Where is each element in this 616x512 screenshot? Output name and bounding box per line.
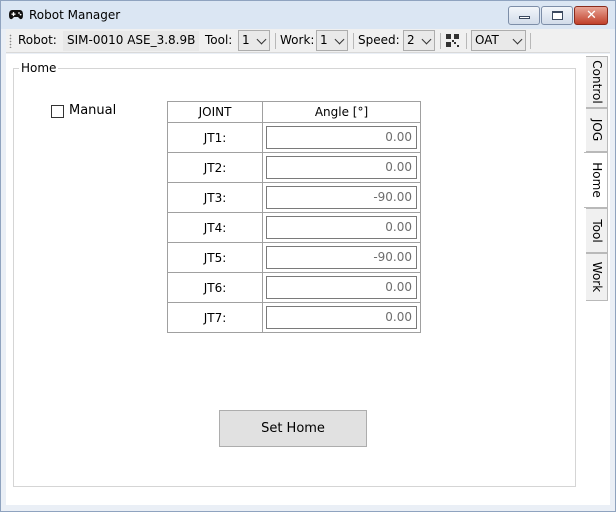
tab-content-home: Home Manual JOINT Angle [°] JT1: 0.00 JT… [6,54,610,505]
home-group-title: Home [19,61,59,75]
tool-label: Tool: [205,33,233,47]
tool-select[interactable]: 1 [238,30,270,51]
toolbar-separator [466,33,467,49]
tab-label: Control [590,60,604,104]
angle-cell: 0.00 [262,152,421,183]
joint-label: JT5: [167,242,263,273]
manual-label[interactable]: Manual [69,103,116,118]
work-label: Work: [280,33,315,47]
table-row: JT5: -90.00 [167,242,421,273]
robot-label: Robot: [18,33,57,47]
jt5-angle-input[interactable]: -90.00 [266,246,417,269]
table-row: JT4: 0.00 [167,212,421,243]
close-button[interactable]: ✕ [574,6,608,25]
tool-select-value: 1 [242,33,250,47]
qr-code-icon[interactable] [446,34,459,47]
joint-label: JT6: [167,272,263,303]
tab-label: Tool [590,218,604,243]
joint-angle-table: JOINT Angle [°] JT1: 0.00 JT2: 0.00 JT3: [167,101,421,333]
jt2-angle-input[interactable]: 0.00 [266,156,417,179]
table-row: JT3: -90.00 [167,182,421,213]
angle-cell: 0.00 [262,212,421,243]
tab-work[interactable]: Work [586,253,608,301]
minimize-icon [519,16,530,19]
angle-column-header: Angle [°] [262,101,421,123]
work-select-value: 1 [320,33,328,47]
minimize-button[interactable] [508,6,540,25]
robot-id: SIM-0010 ASE_3.8.9B [63,31,200,51]
manual-checkbox[interactable] [51,105,64,118]
close-icon: ✕ [586,8,597,23]
joint-label: JT2: [167,152,263,183]
tab-label: JOG [590,118,604,142]
joint-label: JT7: [167,302,263,333]
tab-tool[interactable]: Tool [586,208,608,253]
tab-home[interactable]: Home [584,152,608,208]
maximize-icon [552,11,563,20]
work-select[interactable]: 1 [316,30,348,51]
speed-select-value: 2 [407,33,415,47]
tab-control[interactable]: Control [586,56,608,108]
home-group: Home Manual JOINT Angle [°] JT1: 0.00 JT… [13,61,576,487]
set-home-button[interactable]: Set Home [219,410,367,447]
jt1-angle-input[interactable]: 0.00 [266,126,417,149]
joint-label: JT3: [167,182,263,213]
jt7-angle-input[interactable]: 0.00 [266,306,417,329]
maximize-button[interactable] [541,6,573,25]
title-bar[interactable]: Robot Manager ✕ [1,1,615,29]
tab-label: Home [590,162,604,198]
gamepad-icon [9,10,23,20]
joint-column-header: JOINT [167,101,263,123]
toolbar-separator [353,33,354,49]
toolbar-separator [530,33,531,49]
angle-cell: -90.00 [262,182,421,213]
angle-cell: 0.00 [262,272,421,303]
toolbar-separator [440,33,441,49]
app-window: Robot Manager ✕ Robot: SIM-0010 ASE_3.8.… [0,0,616,512]
jt4-angle-input[interactable]: 0.00 [266,216,417,239]
table-row: JT7: 0.00 [167,302,421,333]
chevron-down-icon [512,34,523,45]
angle-cell: 0.00 [262,302,421,333]
speed-label: Speed: [358,33,400,47]
table-header-row: JOINT Angle [°] [167,101,421,123]
mode-select-value: OAT [475,33,499,47]
toolbar-separator [275,33,276,49]
angle-cell: -90.00 [262,242,421,273]
table-row: JT1: 0.00 [167,122,421,153]
jt6-angle-input[interactable]: 0.00 [266,276,417,299]
toolbar: Robot: SIM-0010 ASE_3.8.9B Tool: 1 Work:… [6,29,610,53]
table-row: JT6: 0.00 [167,272,421,303]
chevron-down-icon [334,34,345,45]
chevron-down-icon [421,34,432,45]
joint-label: JT1: [167,122,263,153]
tab-jog[interactable]: JOG [586,108,608,152]
speed-select[interactable]: 2 [403,30,435,51]
tab-label: Work [590,261,604,293]
chevron-down-icon [256,34,267,45]
jt3-angle-input[interactable]: -90.00 [266,186,417,209]
window-title: Robot Manager [29,8,121,22]
mode-select[interactable]: OAT [471,30,526,51]
toolbar-grip[interactable] [9,34,12,48]
joint-label: JT4: [167,212,263,243]
vertical-tab-strip: Control JOG Home Tool Work [584,54,610,505]
table-row: JT2: 0.00 [167,152,421,183]
angle-cell: 0.00 [262,122,421,153]
